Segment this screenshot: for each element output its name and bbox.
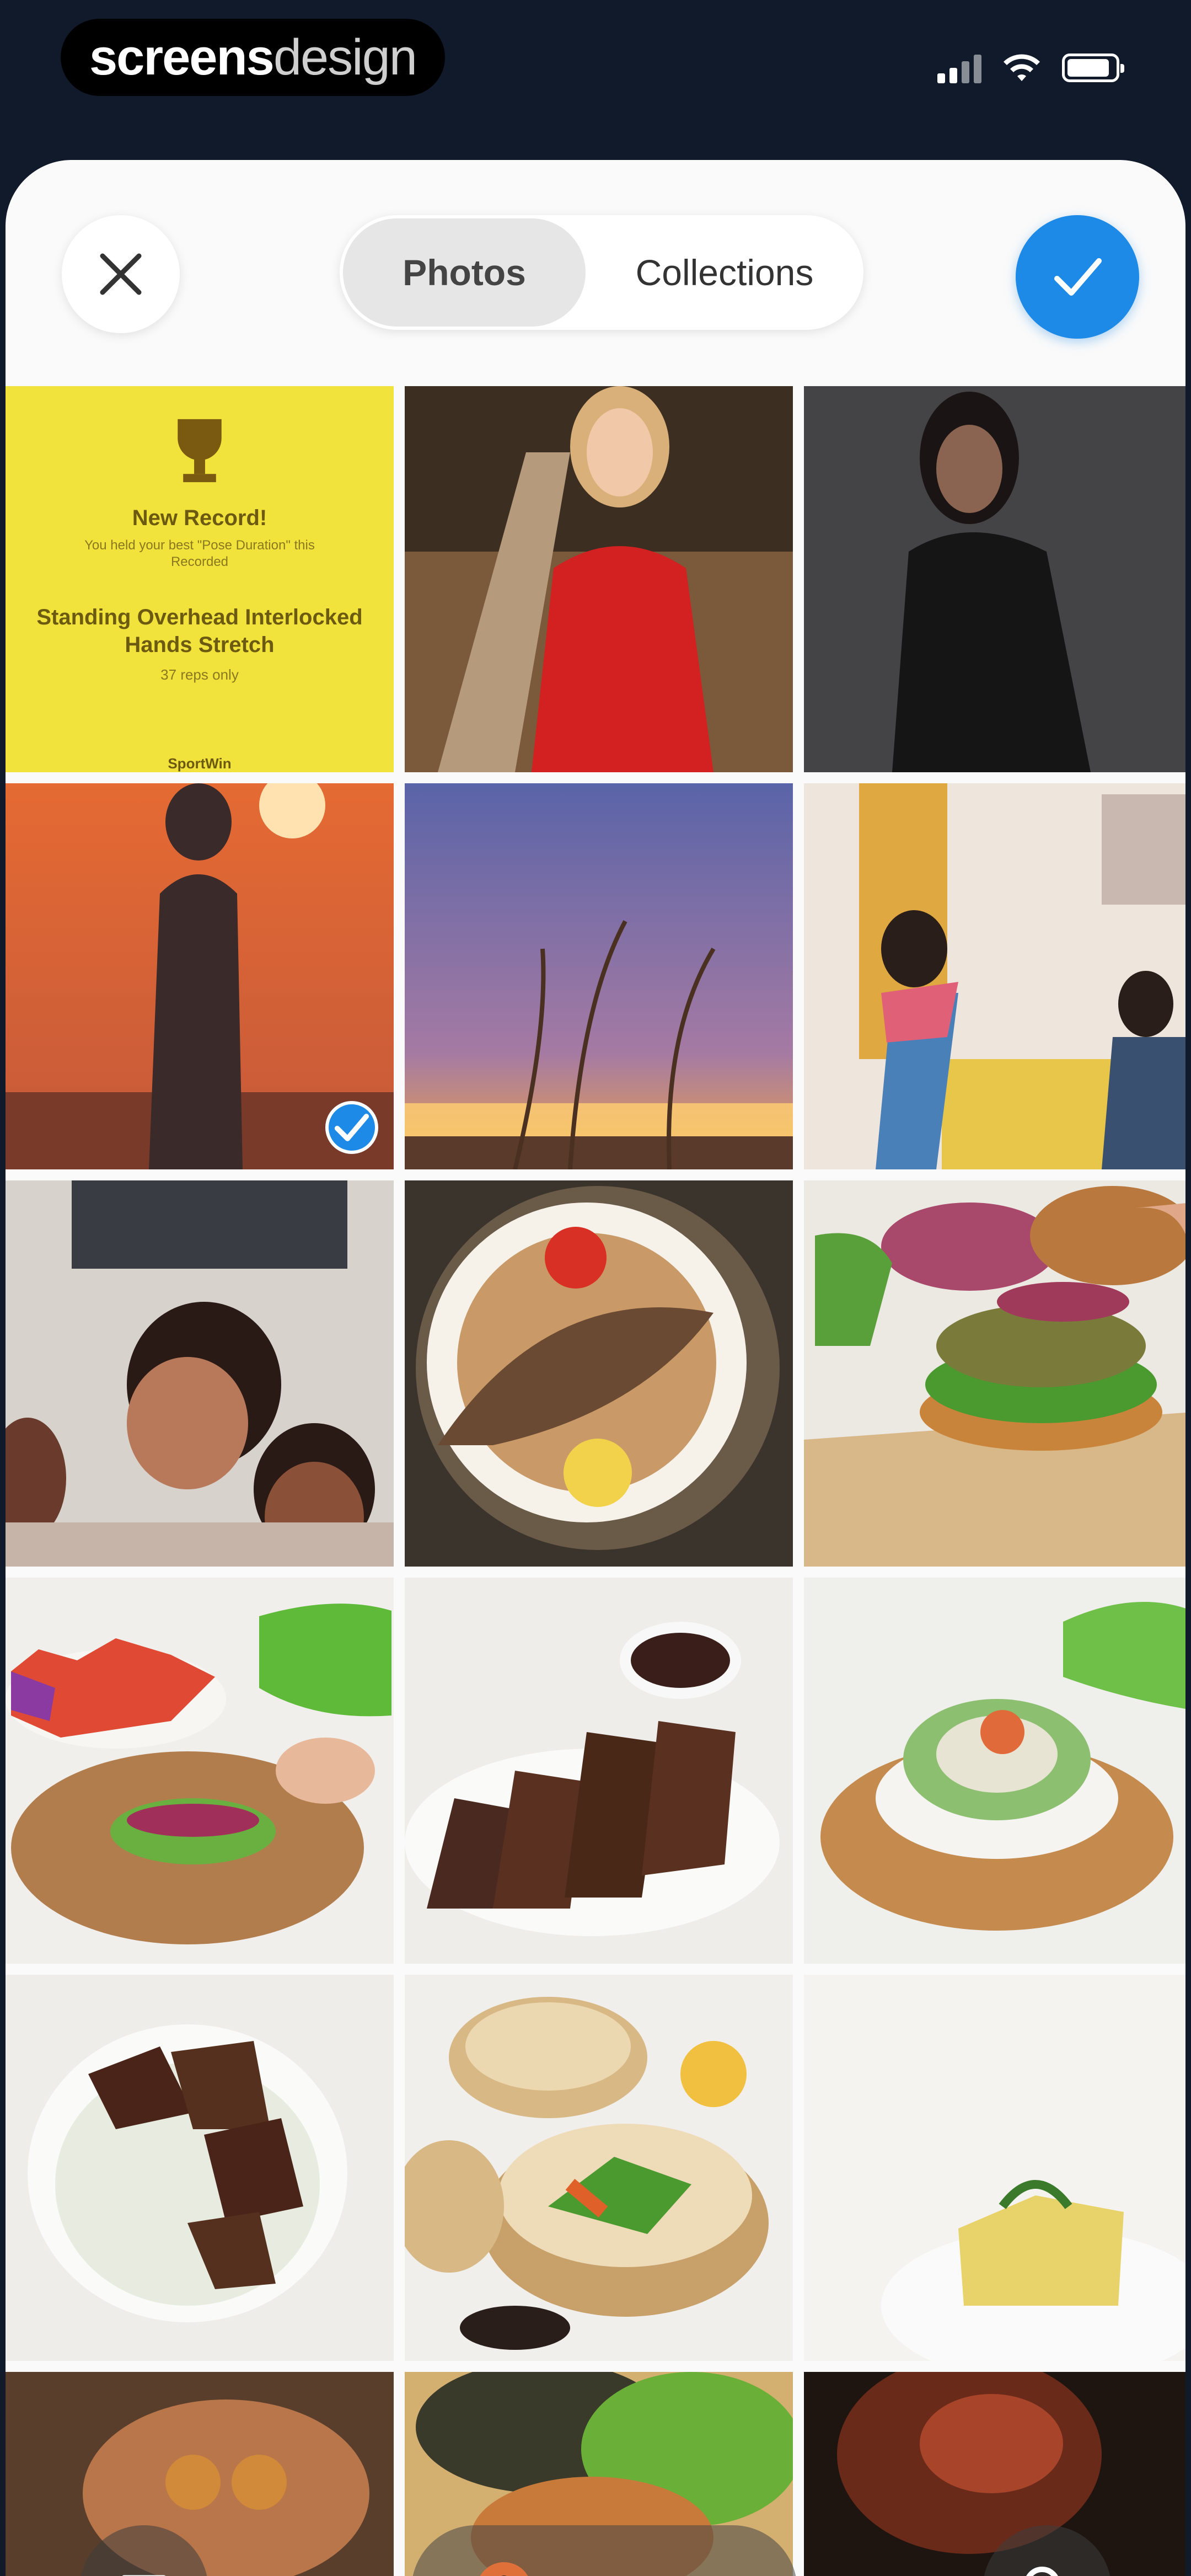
source-segmented-control: Photos Collections xyxy=(340,215,863,330)
grid-tile-rice-paper-rolls[interactable] xyxy=(804,1578,1185,1964)
wifi-icon xyxy=(1004,54,1040,81)
confirm-button[interactable] xyxy=(1016,215,1139,339)
search-icon xyxy=(1026,2567,1058,2576)
grid-tile-silhouette-sunset[interactable] xyxy=(6,783,394,1169)
grid-tile-grass-sunset[interactable] xyxy=(405,783,793,1169)
grid-tile-woman-red-sweater[interactable] xyxy=(405,386,793,772)
checkmark-icon xyxy=(334,1114,369,1141)
screensdesign-watermark: screensdesign xyxy=(61,19,445,96)
grid-tile-fish-rice-plate[interactable] xyxy=(405,1180,793,1567)
recap-reps: 37 reps only xyxy=(160,666,239,683)
selected-badge xyxy=(325,1101,378,1154)
grid-tile-tofu-rice-bowl[interactable] xyxy=(6,1975,394,2361)
recap-app-name: SportWin xyxy=(168,755,232,772)
photo-picker-sheet: Photos Collections New Record! You held … xyxy=(6,160,1185,2576)
signal-icon xyxy=(937,52,981,83)
filter-icon xyxy=(122,2575,166,2576)
battery-icon xyxy=(1062,54,1124,82)
selected-photo-thumbnail xyxy=(476,2562,532,2576)
close-button[interactable] xyxy=(62,215,180,333)
selection-summary-button[interactable]: 1 Photo xyxy=(411,2525,797,2576)
recap-subtitle: You held your best "Pose Duration" this … xyxy=(84,538,315,569)
grid-tile-bottom-right-dark[interactable] xyxy=(804,2372,1185,2576)
checkmark-icon xyxy=(1054,258,1102,296)
selection-count-label: 1 Photo xyxy=(554,2569,687,2576)
grid-tile-veggie-open-sandwich[interactable] xyxy=(6,1578,394,1964)
status-bar: screensdesign xyxy=(0,0,1191,160)
recap-title: New Record! xyxy=(132,506,267,530)
tab-collections[interactable]: Collections xyxy=(586,218,863,327)
grid-tile-glazed-tofu-slices[interactable] xyxy=(405,1578,793,1964)
grid-tile-living-room-photoshoot[interactable] xyxy=(804,783,1185,1169)
grid-tile-couscous-dish[interactable] xyxy=(804,1975,1185,2361)
grid-tile-recap-card[interactable]: New Record! You held your best "Pose Dur… xyxy=(6,386,394,772)
recap-exercise: Standing Overhead Interlocked Hands Stre… xyxy=(36,605,363,657)
grid-tile-friends-laughing[interactable] xyxy=(6,1180,394,1567)
grid-tile-bottom-left-food[interactable] xyxy=(6,2372,394,2576)
close-icon xyxy=(100,253,142,295)
grid-tile-veggie-burger[interactable] xyxy=(804,1180,1185,1567)
tab-photos[interactable]: Photos xyxy=(343,218,586,327)
grid-tile-bamboo-steamer-dumplings[interactable] xyxy=(405,1975,793,2361)
grid-tile-woman-black-coat[interactable] xyxy=(804,386,1185,772)
system-icons xyxy=(937,49,1124,87)
trophy-icon xyxy=(178,419,222,483)
